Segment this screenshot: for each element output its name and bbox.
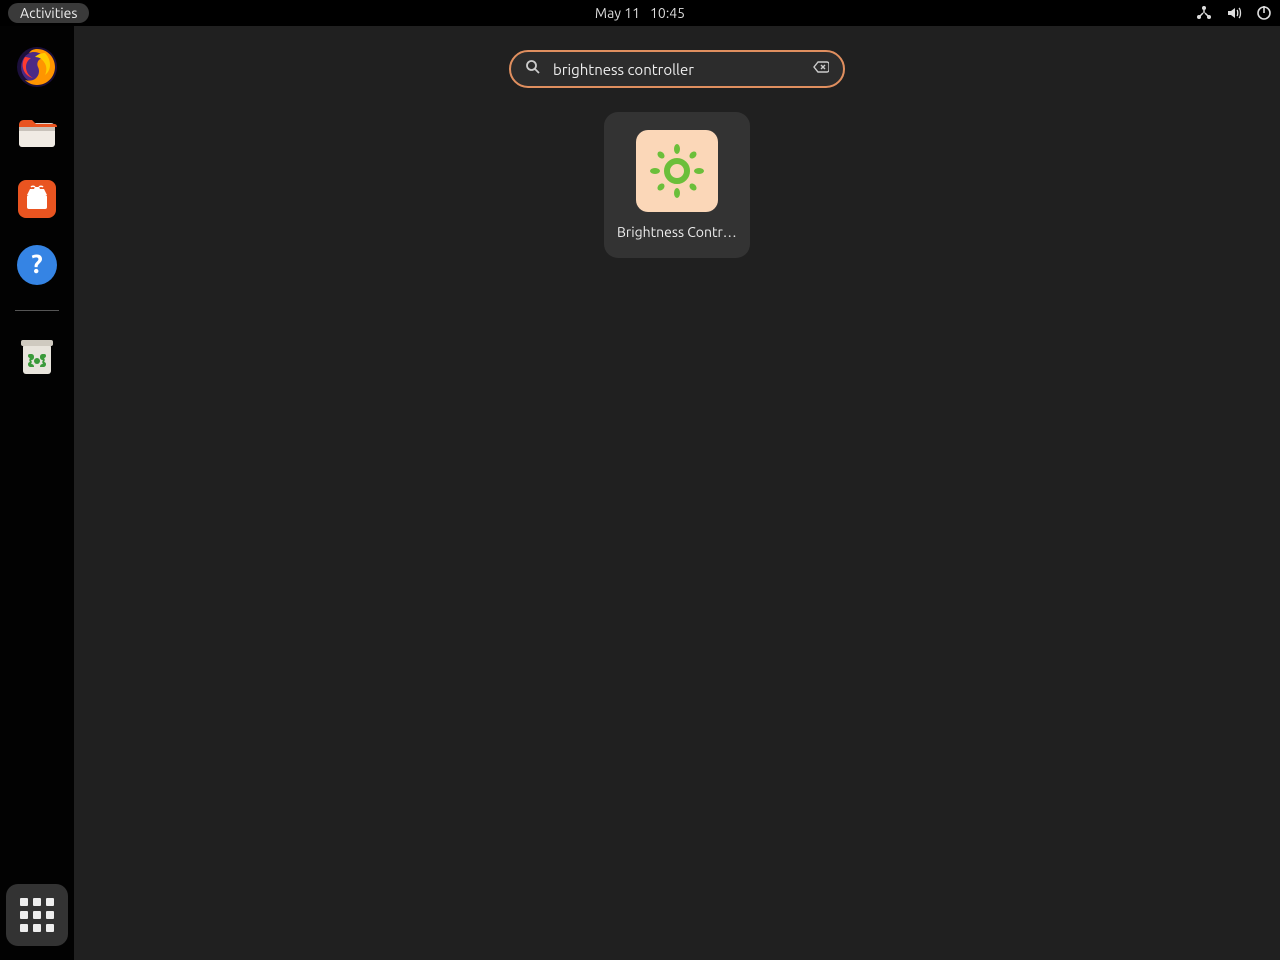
activities-button[interactable]: Activities [8,3,89,23]
top-bar: Activities May 11 10:45 [0,0,1280,26]
clear-search-button[interactable] [813,59,829,79]
dock-separator [15,310,59,311]
firefox-icon [15,45,59,89]
search-icon [525,59,541,79]
power-icon[interactable] [1256,5,1272,21]
overview: Brightness Controller [74,26,1280,960]
apps-grid-icon [20,898,54,932]
network-icon[interactable] [1196,5,1212,21]
brightness-icon [647,141,707,201]
files-icon [15,111,59,155]
software-icon [15,177,59,221]
show-applications-button[interactable] [6,884,68,946]
date-label: May 11 [595,5,640,21]
dock-item-software[interactable] [14,176,60,222]
backspace-icon [813,59,829,79]
search-result-label: Brightness Controller [617,224,737,240]
dock-item-firefox[interactable] [14,44,60,90]
search-bar[interactable] [509,50,845,88]
search-result-app[interactable]: Brightness Controller [604,112,750,258]
help-icon: ? [15,243,59,287]
time-label: 10:45 [650,5,685,21]
brightness-controller-app-icon [636,130,718,212]
search-input[interactable] [553,61,801,78]
clock-button[interactable]: May 11 10:45 [595,5,685,21]
dock: ? [0,26,74,960]
volume-icon[interactable] [1226,5,1242,21]
dock-item-trash[interactable] [14,333,60,379]
trash-icon [17,334,57,378]
dock-bottom [6,884,68,946]
dock-item-help[interactable]: ? [14,242,60,288]
activities-label: Activities [20,5,77,21]
dock-item-files[interactable] [14,110,60,156]
svg-text:?: ? [31,249,42,278]
system-status-area [1196,5,1272,21]
